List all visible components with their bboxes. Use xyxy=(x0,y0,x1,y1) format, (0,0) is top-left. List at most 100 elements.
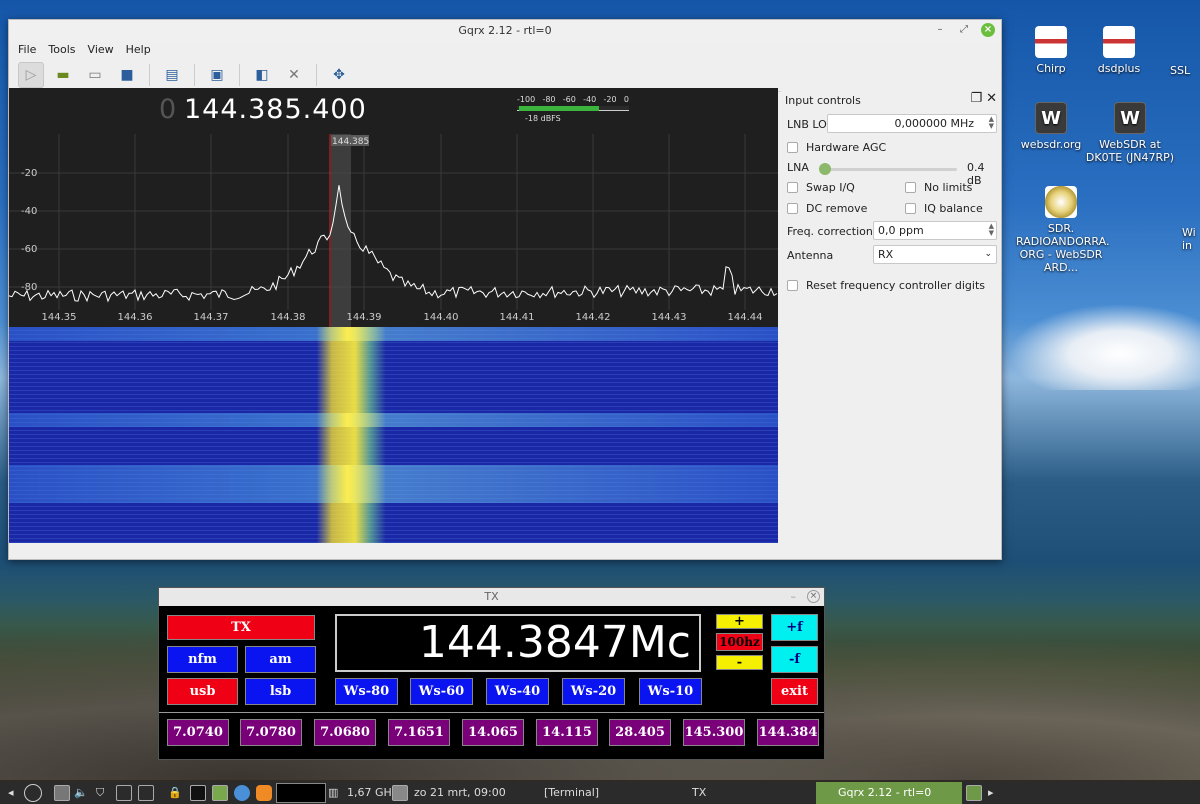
window-icon[interactable] xyxy=(138,785,154,801)
ws-40-button[interactable]: Ws-40 xyxy=(486,678,549,705)
toolbar-separator xyxy=(239,63,240,86)
step-down-button[interactable]: - xyxy=(716,655,763,670)
filter-passband[interactable] xyxy=(331,134,351,327)
reset-digits-checkbox[interactable] xyxy=(787,280,798,291)
tx-button[interactable]: TX xyxy=(167,615,315,640)
scroll-left-icon[interactable]: ◂ xyxy=(8,785,14,801)
usb-button[interactable]: usb xyxy=(167,678,238,705)
float-icon[interactable]: ❐ xyxy=(970,91,982,106)
folder-icon[interactable] xyxy=(212,785,228,801)
menu-view[interactable]: View xyxy=(88,42,114,58)
close-icon[interactable]: × xyxy=(807,590,820,603)
desktop-icon-dsdplus[interactable]: dsdplus xyxy=(1074,26,1164,75)
toolbar-separator xyxy=(194,63,195,86)
bookmark-icon[interactable]: ▤ xyxy=(159,62,185,88)
preset-button[interactable]: 7.1651 xyxy=(388,719,450,746)
preset-button[interactable]: 14.115 xyxy=(536,719,598,746)
desktop-icon-websdr-dk0te[interactable]: W WebSDR at DK0TE (JN47RP) xyxy=(1080,102,1180,164)
task-tx[interactable]: TX xyxy=(670,782,810,804)
network-icon[interactable]: ◧ xyxy=(249,62,275,88)
shield-icon[interactable]: ⛉ xyxy=(96,785,104,801)
ws-10-button[interactable]: Ws-10 xyxy=(639,678,702,705)
task-terminal[interactable]: [Terminal] xyxy=(522,782,662,804)
device-icon[interactable]: ▬ xyxy=(50,62,76,88)
preset-button[interactable]: 28.405 xyxy=(609,719,671,746)
step-size-button[interactable]: 100hz xyxy=(716,633,763,651)
open-folder-icon[interactable]: ▭ xyxy=(82,62,108,88)
hw-agc-checkbox[interactable] xyxy=(787,142,798,153)
panel-close-icon[interactable]: ✕ xyxy=(986,91,997,106)
tools-icon[interactable]: ✕ xyxy=(281,62,307,88)
minimize-icon[interactable]: – xyxy=(791,588,797,606)
files-icon[interactable] xyxy=(54,785,70,801)
ws-80-button[interactable]: Ws-80 xyxy=(335,678,398,705)
firefox-icon[interactable] xyxy=(256,785,272,801)
no-limits-checkbox[interactable] xyxy=(905,182,916,193)
tx-titlebar[interactable]: TX – × xyxy=(159,588,824,606)
menu-file[interactable]: File xyxy=(18,42,36,58)
tx-frequency-display: 144.3847Mc xyxy=(335,614,701,672)
spectrum-svg[interactable]: 144.385 -20 -40 -60 -80 144.35 144.36 14… xyxy=(9,134,778,327)
ws-20-button[interactable]: Ws-20 xyxy=(562,678,625,705)
nfm-button[interactable]: nfm xyxy=(167,646,238,673)
desktop-icon-wi[interactable]: Wi in xyxy=(1182,226,1200,252)
lna-slider[interactable] xyxy=(819,163,957,175)
browser-icon[interactable] xyxy=(234,785,250,801)
spinner-icon[interactable]: ▲ ▼ xyxy=(989,116,994,130)
clipboard-icon[interactable] xyxy=(116,785,132,801)
antenna-select[interactable]: RX ⌄ xyxy=(873,245,997,264)
preset-button[interactable]: 7.0780 xyxy=(240,719,302,746)
exit-button[interactable]: exit xyxy=(771,678,818,705)
iq-balance-row[interactable]: IQ balance xyxy=(905,202,983,215)
ws-60-button[interactable]: Ws-60 xyxy=(410,678,473,705)
dc-remove-row[interactable]: DC remove xyxy=(787,202,867,215)
preset-button[interactable]: 7.0680 xyxy=(314,719,376,746)
preset-button[interactable]: 145.300 xyxy=(683,719,745,746)
maximize-icon[interactable]: ⤢ xyxy=(957,23,971,37)
play-icon[interactable]: ▷ xyxy=(18,61,44,88)
close-icon[interactable]: × xyxy=(981,23,995,37)
desktop-icon-ssl[interactable]: SSL xyxy=(1170,64,1200,77)
lnb-lo-field[interactable]: 0,000000 MHz ▲ ▼ xyxy=(827,114,997,133)
preset-button[interactable]: 7.0740 xyxy=(167,719,229,746)
reset-digits-row[interactable]: Reset frequency controller digits xyxy=(787,279,985,292)
step-up-button[interactable]: + xyxy=(716,614,763,629)
terminal-icon[interactable] xyxy=(190,785,206,801)
task-gqrx[interactable]: Gqrx 2.12 - rtl=0 xyxy=(816,782,962,804)
swap-iq-checkbox[interactable] xyxy=(787,182,798,193)
preset-button[interactable]: 14.065 xyxy=(462,719,524,746)
freq-down-button[interactable]: -f xyxy=(771,646,818,673)
freq-correction-field[interactable]: 0,0 ppm ▲ ▼ xyxy=(873,221,997,240)
freq-up-button[interactable]: +f xyxy=(771,614,818,641)
volume-icon[interactable]: 🔈 xyxy=(74,785,88,801)
slider-handle[interactable] xyxy=(819,163,831,175)
preset-button[interactable]: 144.384 xyxy=(757,719,819,746)
scroll-right-icon[interactable]: ▸ xyxy=(988,785,994,801)
no-limits-row[interactable]: No limits xyxy=(905,181,972,194)
waterfall-display[interactable] xyxy=(9,327,778,543)
y-tick-label: -40 xyxy=(21,206,37,217)
spinner-icon[interactable]: ▲ ▼ xyxy=(989,223,994,237)
menu-help[interactable]: Help xyxy=(126,42,151,58)
fullscreen-icon[interactable]: ✥ xyxy=(326,62,352,88)
hw-agc-row[interactable]: Hardware AGC xyxy=(787,141,886,154)
menu-icon[interactable] xyxy=(24,784,42,802)
swap-iq-row[interactable]: Swap I/Q xyxy=(787,181,855,194)
lsb-button[interactable]: lsb xyxy=(245,678,316,705)
minimize-icon[interactable]: – xyxy=(933,23,947,37)
save-icon[interactable]: ■ xyxy=(114,62,140,88)
lock-icon[interactable]: 🔒 xyxy=(168,785,182,801)
workspace-icon[interactable] xyxy=(966,785,982,801)
frequency-value[interactable]: 144.385.400 xyxy=(184,94,367,125)
screen-icon[interactable]: ▣ xyxy=(204,62,230,88)
iq-balance-checkbox[interactable] xyxy=(905,203,916,214)
taskbar: ◂ 🔈 ⛉ 🔒 ▥ 1,67 GHz zo 21 mrt, 09:00 [Ter… xyxy=(0,782,1200,804)
desktop-icon-radioandorra[interactable]: SDR. RADIOANDORRA. ORG - WebSDR ARD... xyxy=(1016,186,1109,274)
window-titlebar[interactable]: Gqrx 2.12 - rtl=0 – ⤢ × xyxy=(9,20,1001,42)
clock[interactable]: zo 21 mrt, 09:00 xyxy=(414,785,506,801)
am-button[interactable]: am xyxy=(245,646,316,673)
menu-tools[interactable]: Tools xyxy=(48,42,75,58)
spectrum-plot[interactable]: 0 144.385.400 -100 -80 -60 -40 -20 0 -18… xyxy=(9,88,778,543)
frequency-controller[interactable]: 0 144.385.400 xyxy=(9,88,519,134)
dc-remove-checkbox[interactable] xyxy=(787,203,798,214)
